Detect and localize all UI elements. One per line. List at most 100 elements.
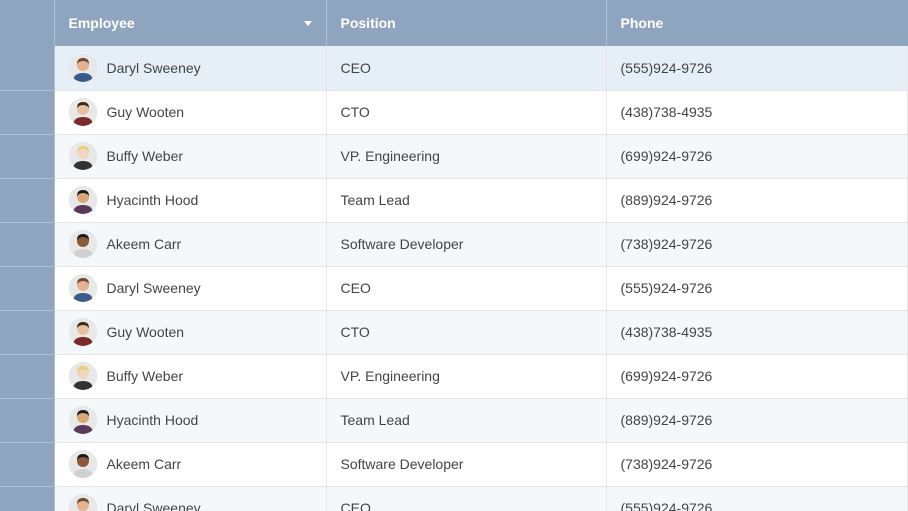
phone-text: (889)924-9726 (621, 192, 713, 208)
row-header-cell[interactable] (0, 266, 54, 310)
cell-employee: Hyacinth Hood (54, 398, 326, 442)
avatar (69, 494, 97, 511)
position-text: Team Lead (341, 192, 410, 208)
employee-name: Guy Wooten (107, 104, 185, 120)
position-text: CTO (341, 324, 370, 340)
row-header-cell[interactable] (0, 90, 54, 134)
table-row[interactable]: Guy Wooten CTO (438)738-4935 (0, 90, 908, 134)
cell-position: CEO (326, 46, 606, 90)
cell-phone: (555)924-9726 (606, 486, 908, 511)
row-header-gutter (0, 0, 54, 46)
cell-phone: (699)924-9726 (606, 354, 908, 398)
avatar (69, 54, 97, 82)
employee-name: Daryl Sweeney (107, 60, 201, 76)
grid-scroll-container[interactable]: Employee Position Phone (0, 0, 908, 511)
phone-text: (738)924-9726 (621, 456, 713, 472)
cell-position: CTO (326, 310, 606, 354)
phone-text: (889)924-9726 (621, 412, 713, 428)
sort-desc-icon (304, 21, 312, 26)
column-label: Phone (621, 15, 664, 31)
row-header-cell[interactable] (0, 134, 54, 178)
phone-text: (555)924-9726 (621, 60, 713, 76)
table-row[interactable]: Akeem Carr Software Developer (738)924-9… (0, 222, 908, 266)
table-row[interactable]: Buffy Weber VP. Engineering (699)924-972… (0, 134, 908, 178)
cell-position: VP. Engineering (326, 354, 606, 398)
header-row: Employee Position Phone (0, 0, 908, 46)
row-header-cell[interactable] (0, 46, 54, 90)
phone-text: (438)738-4935 (621, 104, 713, 120)
cell-phone: (555)924-9726 (606, 266, 908, 310)
cell-employee: Guy Wooten (54, 90, 326, 134)
row-header-cell[interactable] (0, 442, 54, 486)
cell-employee: Daryl Sweeney (54, 46, 326, 90)
column-header-position[interactable]: Position (326, 0, 606, 46)
phone-text: (438)738-4935 (621, 324, 713, 340)
cell-phone: (889)924-9726 (606, 398, 908, 442)
avatar (69, 362, 97, 390)
position-text: VP. Engineering (341, 148, 440, 164)
employee-name: Hyacinth Hood (107, 192, 199, 208)
cell-phone: (699)924-9726 (606, 134, 908, 178)
avatar (69, 274, 97, 302)
row-header-cell[interactable] (0, 486, 54, 511)
cell-position: Software Developer (326, 222, 606, 266)
column-header-phone[interactable]: Phone (606, 0, 908, 46)
employee-name: Buffy Weber (107, 148, 184, 164)
employee-name: Hyacinth Hood (107, 412, 199, 428)
cell-position: VP. Engineering (326, 134, 606, 178)
position-text: CTO (341, 104, 370, 120)
cell-position: CTO (326, 90, 606, 134)
table-row[interactable]: Buffy Weber VP. Engineering (699)924-972… (0, 354, 908, 398)
cell-position: Software Developer (326, 442, 606, 486)
cell-phone: (738)924-9726 (606, 222, 908, 266)
phone-text: (699)924-9726 (621, 368, 713, 384)
cell-employee: Buffy Weber (54, 134, 326, 178)
cell-phone: (555)924-9726 (606, 46, 908, 90)
cell-position: Team Lead (326, 398, 606, 442)
avatar (69, 230, 97, 258)
avatar (69, 406, 97, 434)
table-row[interactable]: Daryl Sweeney CEO (555)924-9726 (0, 486, 908, 511)
cell-employee: Guy Wooten (54, 310, 326, 354)
position-text: Software Developer (341, 456, 464, 472)
table-row[interactable]: Akeem Carr Software Developer (738)924-9… (0, 442, 908, 486)
table-row[interactable]: Daryl Sweeney CEO (555)924-9726 (0, 266, 908, 310)
row-header-cell[interactable] (0, 310, 54, 354)
avatar (69, 142, 97, 170)
phone-text: (555)924-9726 (621, 280, 713, 296)
row-header-cell[interactable] (0, 354, 54, 398)
cell-position: Team Lead (326, 178, 606, 222)
column-label: Position (341, 15, 396, 31)
column-header-employee[interactable]: Employee (54, 0, 326, 46)
employee-name: Akeem Carr (107, 236, 182, 252)
table-row[interactable]: Hyacinth Hood Team Lead (889)924-9726 (0, 178, 908, 222)
phone-text: (699)924-9726 (621, 148, 713, 164)
employee-name: Akeem Carr (107, 456, 182, 472)
position-text: Team Lead (341, 412, 410, 428)
row-header-cell[interactable] (0, 178, 54, 222)
employee-name: Guy Wooten (107, 324, 185, 340)
cell-phone: (738)924-9726 (606, 442, 908, 486)
cell-employee: Akeem Carr (54, 222, 326, 266)
position-text: CEO (341, 500, 371, 511)
cell-employee: Akeem Carr (54, 442, 326, 486)
column-label: Employee (69, 15, 135, 31)
cell-employee: Hyacinth Hood (54, 178, 326, 222)
avatar (69, 186, 97, 214)
table-row[interactable]: Daryl Sweeney CEO (555)924-9726 (0, 46, 908, 90)
cell-employee: Buffy Weber (54, 354, 326, 398)
position-text: CEO (341, 60, 371, 76)
phone-text: (738)924-9726 (621, 236, 713, 252)
phone-text: (555)924-9726 (621, 500, 713, 511)
cell-phone: (889)924-9726 (606, 178, 908, 222)
cell-position: CEO (326, 266, 606, 310)
cell-employee: Daryl Sweeney (54, 486, 326, 511)
employee-name: Daryl Sweeney (107, 500, 201, 511)
table-row[interactable]: Hyacinth Hood Team Lead (889)924-9726 (0, 398, 908, 442)
row-header-cell[interactable] (0, 398, 54, 442)
row-header-cell[interactable] (0, 222, 54, 266)
table-row[interactable]: Guy Wooten CTO (438)738-4935 (0, 310, 908, 354)
avatar (69, 450, 97, 478)
employee-name: Daryl Sweeney (107, 280, 201, 296)
cell-phone: (438)738-4935 (606, 90, 908, 134)
